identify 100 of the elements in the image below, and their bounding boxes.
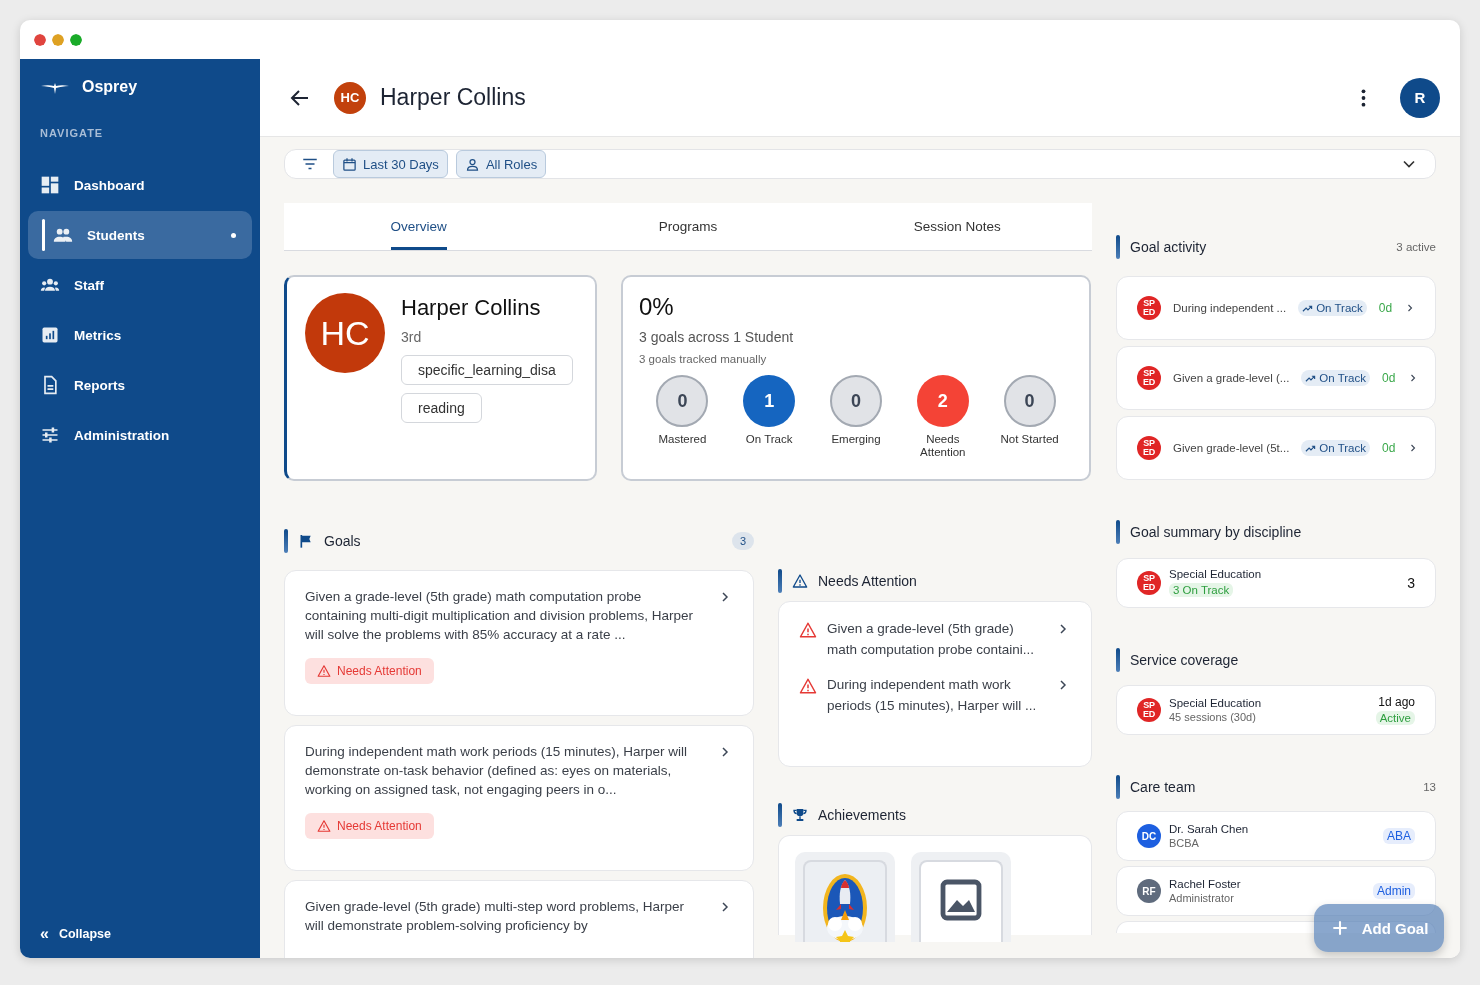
section-title: Goal summary by discipline [1130,524,1302,540]
goal-count: 3 [1407,575,1415,591]
status-text: On Track [1319,372,1366,384]
warning-icon [317,664,331,678]
section-count: 3 active [1396,241,1436,253]
collapse-button[interactable]: « Collapse [28,926,252,942]
page-title: Harper Collins [380,84,526,111]
discipline-badge: SPED [1137,366,1161,390]
age-label: 0d [1382,441,1396,455]
service-name: Special Education [1169,697,1262,709]
attention-item[interactable]: During independent math work periods (15 minutes), Harper will ... [799,674,1071,716]
trophy-icon [792,807,808,823]
goal-activity-row[interactable]: SPED Given a grade-level (... On Track 0d [1116,346,1436,410]
sidebar-item[interactable]: Dashboard [28,161,252,209]
goal-text: Given a grade-level (... [1173,372,1290,384]
discipline-tag: Admin [1373,883,1415,899]
discipline-name: Special Education [1169,568,1262,580]
user-avatar[interactable]: R [1400,77,1440,118]
person-icon [464,156,480,172]
member-avatar: RF [1137,879,1161,903]
student-name: Harper Collins [401,295,542,321]
more-icon [1361,88,1366,107]
tab[interactable]: Programs [658,203,718,250]
sidebar-item[interactable]: Staff [28,261,252,309]
tag: specific_learning_disa [401,355,573,385]
sidebar-item[interactable]: Reports [28,361,252,409]
status-count: 0 [656,375,709,427]
count-badge: 3 [732,532,754,550]
session-count: 45 sessions (30d) [1169,711,1257,723]
discipline-badge: SPED [1137,698,1161,722]
section-count: 13 [1423,781,1436,793]
discipline-badge: SPED [1137,436,1161,460]
tracking-note: 3 goals tracked manually [639,353,768,365]
tab[interactable]: Overview [390,203,447,250]
progress-percent: 0% [639,293,675,321]
discipline-tag: ABA [1383,828,1415,844]
warning-icon [792,573,808,589]
status-text: Needs Attention [337,664,422,678]
status-count: 2 [916,375,969,427]
warning-icon [799,621,817,639]
more-button[interactable] [1361,88,1366,107]
filter-chip[interactable]: Last 30 Days [333,150,448,178]
status-text: On Track [1316,302,1363,314]
status-label: Emerging [830,433,882,446]
status-count: 1 [743,375,796,427]
attention-item[interactable]: Given a grade-level (5th grade) math computation probe containi... [799,618,1071,660]
section-title: Goal activity [1130,239,1207,255]
status-badge: Active [1375,711,1415,725]
goals-summary: 3 goals across 1 Student [639,329,795,345]
goal-text: Given grade-level (5t... [1173,442,1290,454]
member-name: Rachel Foster [1169,878,1241,890]
age-label: 0d [1382,371,1396,385]
member-avatar: DC [1137,824,1161,848]
status-text: On Track [1319,442,1366,454]
goal-card[interactable]: Given grade-level (5th grade) multi-step word problems, Harper will demonstrate problem-solving proficiency by [284,880,754,958]
goal-card[interactable]: During independent math work periods (15 minutes), Harper will demonstrate on-task behavior (defined as: eyes on materials, working on assigned task, not engaging peers in o... Needs Attention [284,725,754,871]
member-role: BCBA [1169,837,1200,849]
section-title: Service coverage [1130,652,1239,668]
brand-name: Osprey [82,78,138,96]
discipline-badge: SPED [1137,571,1161,595]
close-window-icon[interactable] [34,33,46,46]
goal-card[interactable]: Given a grade-level (5th grade) math computation probe containing multi-digit multiplication and division problems, Harper will solve the problems with 85% accuracy at a rate ... Needs Attention [284,570,754,716]
status-count: 0 [830,375,882,427]
warning-icon [799,677,817,695]
goal-activity-row[interactable]: SPED Given grade-level (5t... On Track 0d [1116,416,1436,480]
age-label: 0d [1378,301,1393,315]
sidebar-item[interactable]: Administration [28,411,252,459]
section-title: Needs Attention [818,573,917,589]
warning-icon [317,819,331,833]
goal-text: During independent ... [1173,302,1287,314]
section-title: Goals [324,533,361,549]
status-badge: 3 On Track [1169,583,1234,597]
section-label: NAVIGATE [39,127,105,139]
sliders-icon [40,425,60,445]
discipline-badge: SPED [1137,296,1161,320]
member-name: Dr. Sarah Chen [1169,823,1249,835]
sidebar-item[interactable]: Metrics [28,311,252,359]
status-label: Not Started [999,433,1060,446]
tab[interactable]: Session Notes [913,203,1001,250]
student-avatar: HC [334,81,366,114]
sidebar-item[interactable]: Students [28,211,252,259]
calendar-icon [342,156,357,172]
status-label: Mastered [657,433,708,446]
goal-activity-row[interactable]: SPED During independent ... On Track 0d [1116,276,1436,340]
profile-avatar: HC [305,293,385,373]
grade-label: 3rd [401,329,423,345]
zoom-window-icon[interactable] [70,33,82,46]
section-title: Achievements [818,807,906,823]
chart-icon [40,325,60,345]
member-role: Administrator [1169,892,1235,904]
section-title: Care team [1130,779,1196,795]
dashboard-icon [40,175,60,195]
status-label: Needs Attention [919,433,967,459]
status-count: 0 [1003,375,1056,427]
goal-text: Given grade-level (5th grade) multi-step word problems, Harper will demonstrate problem-solving proficiency by [305,898,685,935]
filter-chip[interactable]: All Roles [455,150,547,178]
goal-text: Given a grade-level (5th grade) math computation probe containing multi-digit multiplication and division problems, Harper will solve the problems with 85% accuracy at a rate ... [305,588,694,644]
tag: reading [401,393,482,423]
status-text: Needs Attention [337,819,422,833]
status-label: On Track [744,433,794,446]
